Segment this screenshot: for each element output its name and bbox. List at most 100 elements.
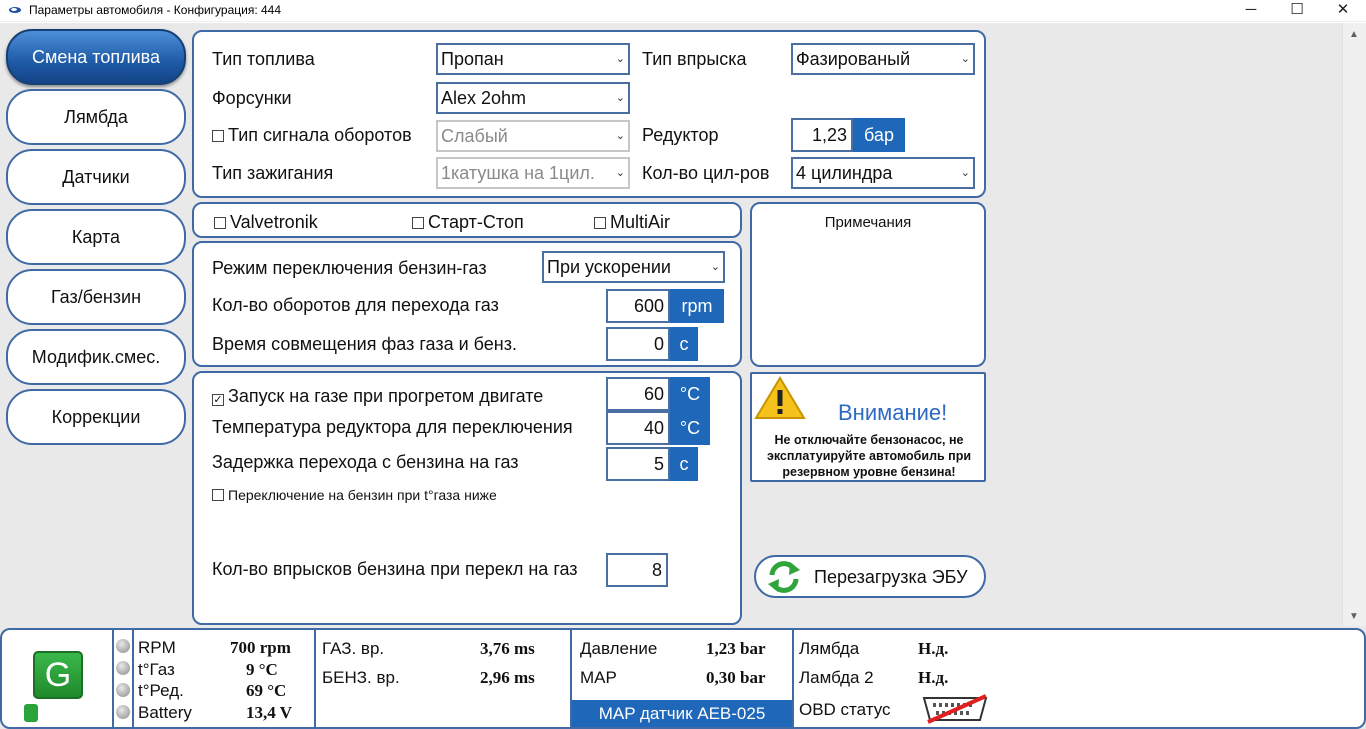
switch-back-option[interactable]: Переключение на бензин при t°газа ниже xyxy=(212,487,497,503)
injections-input[interactable]: 8 xyxy=(606,553,668,587)
cylinders-value: 4 цилиндра xyxy=(796,163,893,183)
overlap-label: Время совмещения фаз газа и бенз. xyxy=(212,334,517,354)
switching-panel: Режим переключения бензин-газ При ускоре… xyxy=(192,241,742,367)
reload-ecu-button[interactable]: Перезагрузка ЭБУ xyxy=(754,555,986,598)
rpm-value: 700 rpm xyxy=(230,638,291,657)
warm-start-checkbox[interactable]: ✓ xyxy=(212,394,224,406)
warm-start-option[interactable]: ✓ Запуск на газе при прогретом двигате xyxy=(212,386,568,407)
vertical-scrollbar[interactable]: ▲ ▼ xyxy=(1342,23,1366,626)
battery-label: Battery xyxy=(138,703,192,722)
status-divider xyxy=(112,630,114,727)
injections-label: Кол-во впрысков бензина при перекл на га… xyxy=(212,559,578,579)
title-bar: Параметры автомобиля - Конфигурация: 444… xyxy=(0,0,1366,22)
nav-gas-petrol-button[interactable]: Газ/бензин xyxy=(6,269,186,325)
petrol-time-label: БЕНЗ. вр. xyxy=(322,668,400,687)
chevron-down-icon: ⌄ xyxy=(960,53,970,65)
close-button[interactable]: ✕ xyxy=(1320,0,1366,22)
switch-mode-select[interactable]: При ускорении ⌄ xyxy=(542,251,725,283)
fuel-config-panel: Тип топлива Пропан ⌄ Тип впрыска Фазирова… xyxy=(192,30,986,198)
obd-status-label: OBD статус xyxy=(799,700,891,719)
lambda2-value: Н.д. xyxy=(918,668,949,687)
nav-corrections-button[interactable]: Коррекции xyxy=(6,389,186,445)
app-icon xyxy=(9,7,21,13)
fuel-type-label: Тип топлива xyxy=(212,49,315,69)
maximize-button[interactable]: ☐ xyxy=(1274,0,1320,22)
scroll-down-icon[interactable]: ▼ xyxy=(1349,611,1359,622)
cylinders-select[interactable]: 4 цилиндра ⌄ xyxy=(791,157,975,189)
nav-fuel-switch-button[interactable]: Смена топлива xyxy=(6,29,186,85)
warning-title: Внимание! xyxy=(838,400,948,425)
tred-value: 69 °C xyxy=(246,681,287,700)
status-divider xyxy=(314,630,316,727)
delay-label: Задержка перехода с бензина на газ xyxy=(212,452,519,472)
pressure-value: 1,23 bar xyxy=(706,639,766,658)
gas-status-indicator xyxy=(24,704,38,722)
multiair-option[interactable]: MultiAir xyxy=(594,212,670,233)
window-title: Параметры автомобиля - Конфигурация: 444 xyxy=(29,3,282,17)
options-panel: Valvetronik Старт-Стоп MultiAir xyxy=(192,202,742,238)
ignition-select: 1катушка на 1цил. ⌄ xyxy=(436,157,630,189)
reducer-temp-label: Температура редуктора для переключения xyxy=(212,417,573,437)
start-stop-label: Старт-Стоп xyxy=(428,212,524,232)
cylinders-label: Кол-во цил-ров xyxy=(642,163,770,183)
valvetronik-option[interactable]: Valvetronik xyxy=(214,212,318,233)
chevron-down-icon: ⌄ xyxy=(615,53,625,65)
warm-start-unit: °C xyxy=(670,377,710,411)
delay-input[interactable]: 5 xyxy=(606,447,670,481)
notes-title: Примечания xyxy=(824,214,912,231)
map-label: MAP xyxy=(580,668,617,687)
rpm-signal-label[interactable]: Тип сигнала оборотов xyxy=(212,125,412,146)
nav-lambda-button[interactable]: Лямбда xyxy=(6,89,186,145)
multiair-checkbox[interactable] xyxy=(594,217,606,229)
refresh-icon xyxy=(768,561,800,593)
chevron-down-icon: ⌄ xyxy=(960,167,970,179)
switch-back-label: Переключение на бензин при t°газа ниже xyxy=(228,487,497,503)
injectors-value: Alex 2ohm xyxy=(441,88,527,108)
map-sensor-label: MAP датчик AEB-025 xyxy=(572,700,792,727)
switch-rpm-unit: rpm xyxy=(670,289,724,323)
reducer-unit: бар xyxy=(853,118,905,152)
chevron-down-icon: ⌄ xyxy=(615,130,625,142)
tgas-led-icon xyxy=(116,661,130,675)
fuel-type-select[interactable]: Пропан ⌄ xyxy=(436,43,630,75)
obd-connector-icon xyxy=(922,694,988,724)
start-panel: ✓ Запуск на газе при прогретом двигате 60… xyxy=(192,371,742,625)
reducer-pressure-input[interactable]: 1,23 xyxy=(791,118,853,152)
chevron-down-icon: ⌄ xyxy=(615,167,625,179)
pressure-label: Давление xyxy=(580,639,658,658)
injectors-select[interactable]: Alex 2ohm ⌄ xyxy=(436,82,630,114)
nav-map-button[interactable]: Карта xyxy=(6,209,186,265)
warm-start-label: Запуск на газе при прогретом двигате xyxy=(228,386,544,406)
reducer-temp-input[interactable]: 40 xyxy=(606,411,670,445)
notes-panel: Примечания xyxy=(750,202,986,367)
start-stop-checkbox[interactable] xyxy=(412,217,424,229)
switch-back-checkbox[interactable] xyxy=(212,489,224,501)
tgas-value: 9 °C xyxy=(246,660,278,679)
injection-type-label: Тип впрыска xyxy=(642,49,747,69)
rpm-signal-checkbox[interactable] xyxy=(212,130,224,142)
nav-mixture-mod-button[interactable]: Модифик.смес. xyxy=(6,329,186,385)
valvetronik-checkbox[interactable] xyxy=(214,217,226,229)
injection-type-select[interactable]: Фазированый ⌄ xyxy=(791,43,975,75)
petrol-time-value: 2,96 ms xyxy=(480,668,535,687)
minimize-button[interactable]: ─ xyxy=(1228,0,1274,22)
chevron-down-icon: ⌄ xyxy=(710,261,720,273)
start-stop-option[interactable]: Старт-Стоп xyxy=(412,212,524,233)
tred-led-icon xyxy=(116,683,130,697)
reducer-label: Редуктор xyxy=(642,125,719,145)
overlap-input[interactable]: 0 xyxy=(606,327,670,361)
gas-status-logo: G xyxy=(33,651,83,699)
warm-start-input[interactable]: 60 xyxy=(606,377,670,411)
ignition-label: Тип зажигания xyxy=(212,163,334,183)
scroll-up-icon[interactable]: ▲ xyxy=(1349,29,1359,40)
ignition-value: 1катушка на 1цил. xyxy=(441,163,595,183)
reducer-temp-unit: °C xyxy=(670,411,710,445)
injectors-label: Форсунки xyxy=(212,88,292,108)
lambda-label: Лямбда xyxy=(799,639,860,658)
switch-rpm-input[interactable]: 600 xyxy=(606,289,670,323)
status-divider xyxy=(792,630,794,727)
rpm-signal-select: Слабый ⌄ xyxy=(436,120,630,152)
multiair-label: MultiAir xyxy=(610,212,671,232)
valvetronik-label: Valvetronik xyxy=(230,212,318,232)
nav-sensors-button[interactable]: Датчики xyxy=(6,149,186,205)
